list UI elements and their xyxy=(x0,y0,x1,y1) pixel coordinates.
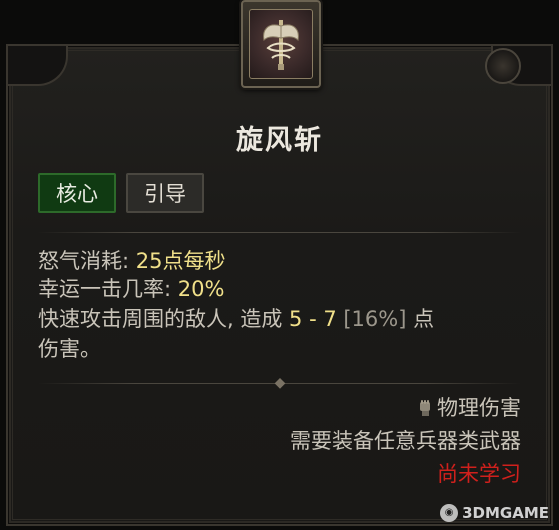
divider-top xyxy=(38,232,521,233)
tag-channeled: 引导 xyxy=(126,173,204,213)
watermark: ◉ 3DMGAME xyxy=(440,504,549,522)
damage-range: 5 - 7 xyxy=(289,307,337,331)
divider-ornament-icon: ◆ xyxy=(274,375,286,391)
tag-core: 核心 xyxy=(38,173,116,213)
description-line-1: 快速攻击周围的敌人, 造成 5 - 7 [16%] 点 xyxy=(38,305,518,333)
lucky-hit-line: 幸运一击几率: 20% xyxy=(38,275,518,303)
weapon-requirement: 需要装备任意兵器类武器 xyxy=(290,429,521,453)
whirlwind-axe-icon xyxy=(249,9,313,79)
description-suffix: 点 xyxy=(406,307,435,331)
lucky-hit-label: 幸运一击几率: xyxy=(38,277,178,301)
description-prefix: 快速攻击周围的敌人, 造成 xyxy=(38,307,290,331)
lucky-hit-value: 20% xyxy=(177,277,225,301)
damage-type-label: 物理伤害 xyxy=(437,396,521,420)
panel-corner-left xyxy=(8,46,68,86)
damage-percent: [16%] xyxy=(336,307,407,331)
watermark-logo-icon: ◉ xyxy=(440,504,459,522)
fury-cost-label: 怒气消耗: xyxy=(38,249,136,273)
ornament-icon xyxy=(485,48,521,84)
watermark-text: 3DMGAME xyxy=(462,504,549,522)
description-line-2: 伤害。 xyxy=(38,337,101,361)
panel-corner-right xyxy=(485,46,551,86)
fury-cost-line: 怒气消耗: 25点每秒 xyxy=(38,247,518,275)
skill-title: 旋风斩 xyxy=(236,125,323,156)
fury-cost-value: 25点每秒 xyxy=(135,249,226,273)
not-learned-status: 尚未学习 xyxy=(437,462,521,486)
skill-icon-frame xyxy=(241,0,321,88)
damage-type-line: 物理伤害 xyxy=(417,394,521,422)
fist-icon xyxy=(420,400,430,416)
